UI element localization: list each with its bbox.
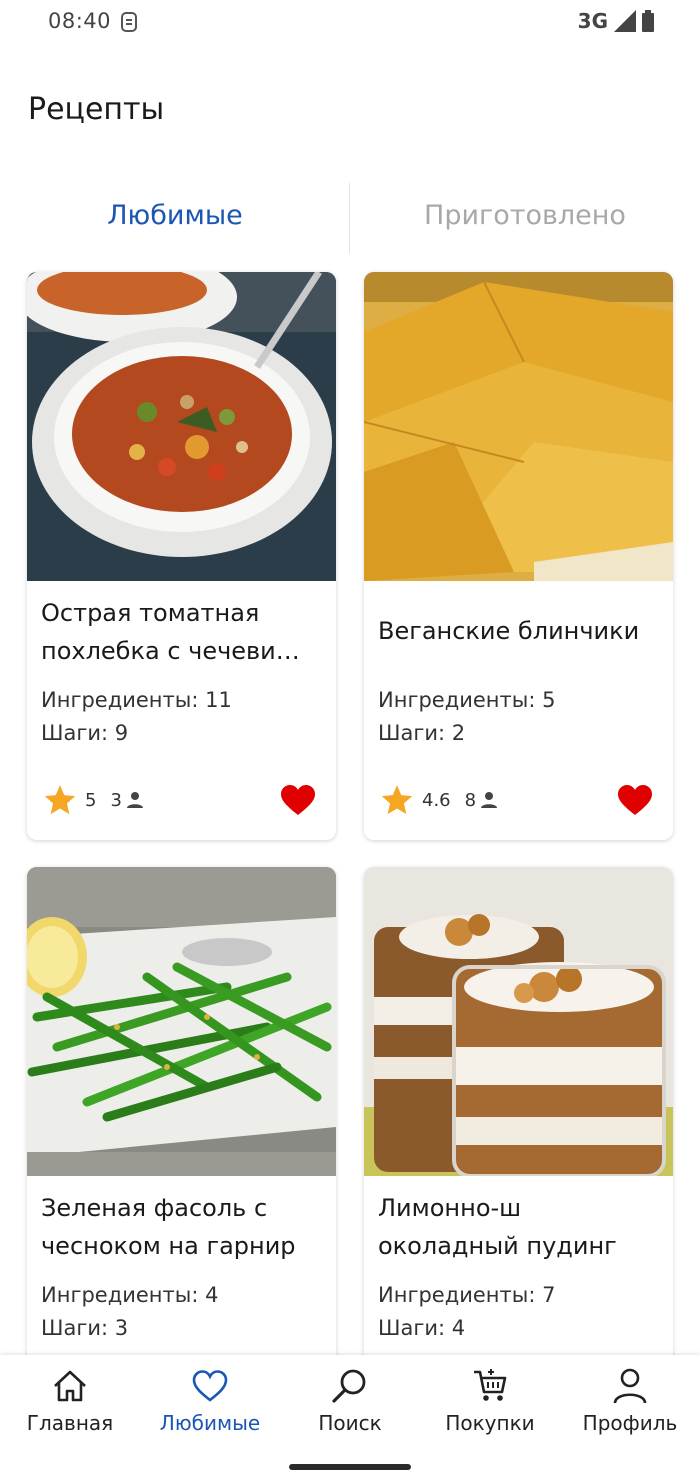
steps-count: Шаги: 3 [41,1316,129,1340]
status-right: 3G [578,9,654,33]
search-icon [332,1369,366,1403]
signal-icon [614,10,636,32]
votes-count: 8 [464,789,477,811]
nav-shopping[interactable]: Покупки [420,1367,560,1447]
recipe-image-pudding [364,867,673,1176]
ingredients-count: Ингредиенты: 5 [378,688,556,712]
page-title: Рецепты [28,92,165,127]
heart-outline-icon [192,1370,228,1402]
nav-label: Поиск [318,1411,382,1435]
rating-value: 4.6 [422,789,451,811]
recipe-image-pancakes [364,272,673,581]
tab-bar: Любимые Приготовлено [0,175,700,255]
recipe-footer: 4.6 8 [380,782,653,818]
cart-icon [474,1369,507,1401]
ingredients-count: Ингредиенты: 11 [41,688,232,712]
nav-favorites[interactable]: Любимые [140,1367,280,1447]
sim-icon [121,12,137,32]
nav-label: Профиль [582,1411,678,1435]
star-icon [381,785,413,815]
tab-divider [349,183,350,253]
person-icon [126,792,143,808]
recipe-card[interactable]: Веганские блинчики Ингредиенты: 5 Шаги: … [364,272,673,840]
nav-search[interactable]: Поиск [280,1367,420,1447]
ingredients-count: Ингредиенты: 7 [378,1283,556,1307]
tab-cooked[interactable]: Приготовлено [350,175,700,255]
home-icon [54,1370,86,1402]
recipe-card[interactable]: Острая томатная похлебка с чечеви… Ингре… [27,272,336,840]
recipe-title: Острая томатная похлебка с чечеви… [41,599,300,665]
recipe-meta: Ингредиенты: 5 Шаги: 2 [378,684,555,750]
tab-favorites[interactable]: Любимые [0,175,350,255]
battery-icon [642,10,654,32]
nav-profile[interactable]: Профиль [560,1367,700,1447]
nav-label: Покупки [445,1411,535,1435]
rating-value: 5 [85,789,97,811]
person-icon [481,792,498,808]
recipe-title: Веганские блинчики [378,617,640,645]
screen: 08:40 3G Рецепты Любимые Приготовлено Ос… [0,0,700,1478]
profile-icon [613,1368,647,1404]
ingredients-count: Ингредиенты: 4 [41,1283,219,1307]
status-time: 08:40 [48,9,112,33]
recipe-title: Зеленая фасоль с чесноком на гарнир [41,1194,296,1260]
home-indicator[interactable] [289,1464,411,1470]
steps-count: Шаги: 4 [378,1316,466,1340]
nav-home[interactable]: Главная [0,1367,140,1447]
status-bar: 08:40 3G [0,0,700,50]
recipe-meta: Ингредиенты: 7 Шаги: 4 [378,1279,555,1345]
recipe-meta: Ингредиенты: 4 Шаги: 3 [41,1279,218,1345]
network-type: 3G [577,9,608,33]
nav-label: Главная [26,1411,114,1435]
favorite-heart-icon[interactable] [617,784,653,816]
recipe-card[interactable]: Лимонно-ш околадный пудинг Ингредиенты: … [364,867,673,1427]
recipe-title: Лимонно-ш околадный пудинг [378,1194,617,1260]
favorite-heart-icon[interactable] [280,784,316,816]
bottom-nav: Главная Любимые Поиск Покупки Профиль [0,1355,700,1478]
nav-label: Любимые [159,1411,261,1435]
recipe-meta: Ингредиенты: 11 Шаги: 9 [41,684,232,750]
steps-count: Шаги: 2 [378,721,466,745]
recipe-image-soup [27,272,336,581]
star-icon [44,785,76,815]
recipe-image-green-beans [27,867,336,1176]
recipe-card[interactable]: Зеленая фасоль с чесноком на гарнир Ингр… [27,867,336,1427]
votes-count: 3 [110,789,122,811]
recipe-footer: 5 3 [43,782,316,818]
steps-count: Шаги: 9 [41,721,129,745]
